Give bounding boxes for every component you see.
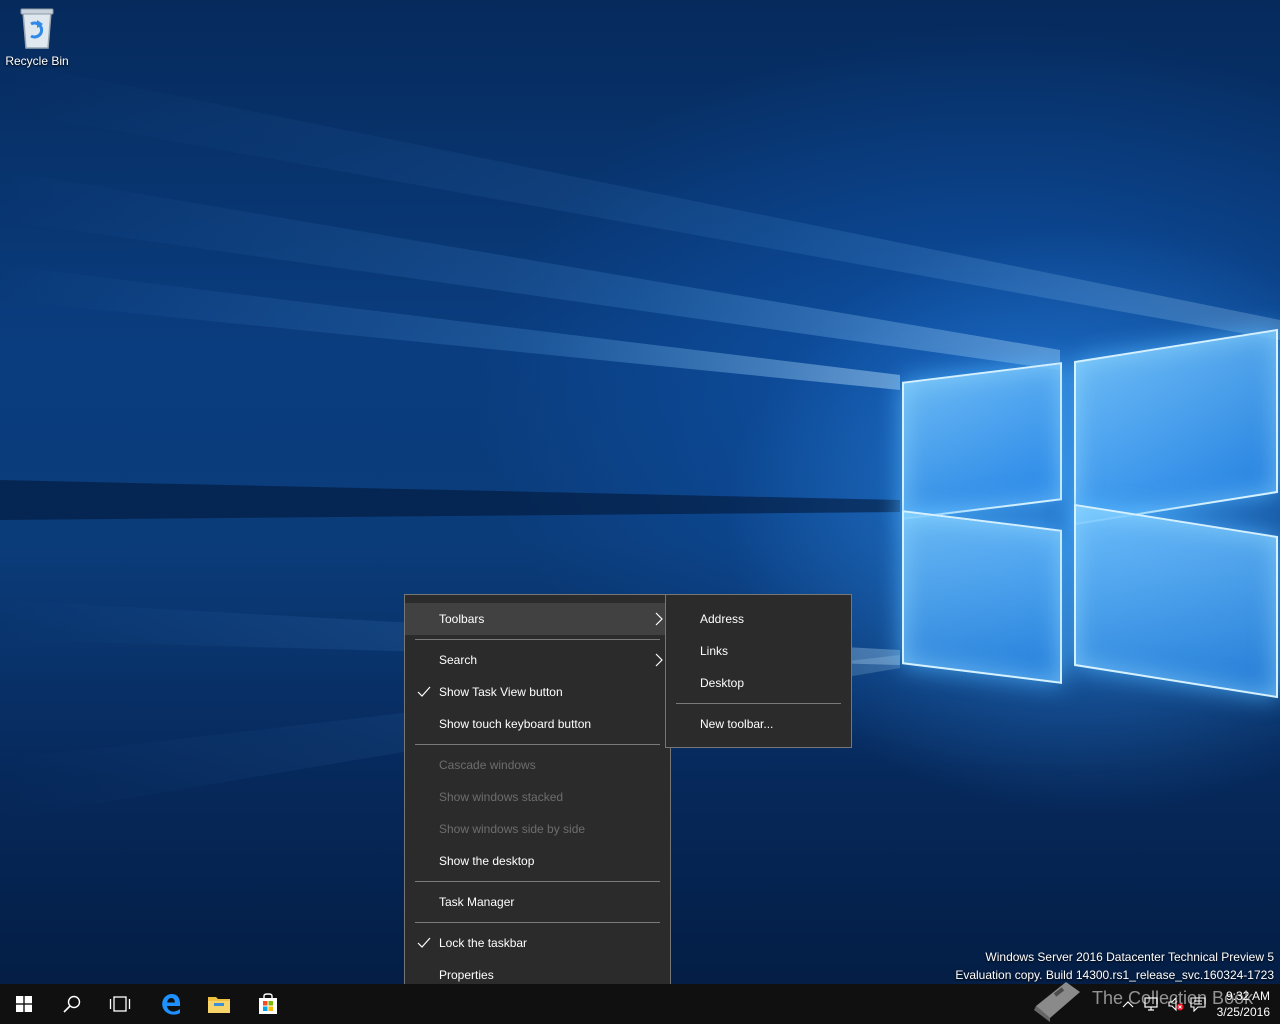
edge-button[interactable] <box>147 984 195 1024</box>
windows-logo-pane-bottom-left <box>902 510 1062 684</box>
submenu-item-new-toolbar[interactable]: New toolbar... <box>666 708 851 740</box>
menu-item-show-windows-stacked-label: Show windows stacked <box>439 790 564 804</box>
menu-item-task-manager[interactable]: Task Manager <box>405 886 670 918</box>
chevron-right-icon <box>655 612 663 626</box>
file-explorer-button[interactable] <box>195 984 243 1024</box>
submenu-item-links-label: Links <box>700 644 729 658</box>
volume-muted-icon <box>1168 996 1184 1012</box>
watermark-build: Evaluation copy. Build 14300.rs1_release… <box>955 968 1274 982</box>
build-watermark: Windows Server 2016 Datacenter Technical… <box>955 948 1274 984</box>
chevron-up-icon <box>1122 1001 1134 1008</box>
menu-item-lock-the-taskbar[interactable]: Lock the taskbar <box>405 927 670 959</box>
menu-item-show-task-view-button[interactable]: Show Task View button <box>405 676 670 708</box>
menu-item-cascade-windows[interactable]: Cascade windows <box>405 749 670 781</box>
menu-item-task-manager-label: Task Manager <box>439 895 515 909</box>
task-view-icon <box>109 996 131 1012</box>
search-icon <box>63 995 81 1013</box>
checkmark-icon <box>417 937 431 948</box>
recycle-bin-label: Recycle Bin <box>5 54 69 68</box>
start-button[interactable] <box>0 984 48 1024</box>
menu-item-show-the-desktop[interactable]: Show the desktop <box>405 845 670 877</box>
menu-item-cascade-windows-label: Cascade windows <box>439 758 536 772</box>
menu-item-show-windows-side-by-side-label: Show windows side by side <box>439 822 586 836</box>
menu-item-search-label: Search <box>439 653 478 667</box>
chevron-right-icon <box>655 653 663 667</box>
windows-logo-pane-top-left <box>902 362 1062 520</box>
show-hidden-icons-button[interactable] <box>1120 996 1136 1012</box>
menu-item-toolbars[interactable]: Toolbars <box>405 603 670 635</box>
network-button[interactable] <box>1144 996 1160 1012</box>
clock-time: 9:32 AM <box>1225 989 1270 1003</box>
menu-item-show-touch-keyboard-label: Show touch keyboard button <box>439 717 592 731</box>
menu-item-lock-the-taskbar-label: Lock the taskbar <box>439 936 528 950</box>
action-center-icon <box>1190 997 1206 1013</box>
store-button[interactable] <box>244 984 292 1024</box>
menu-separator <box>415 922 660 923</box>
checkmark-icon <box>417 686 431 697</box>
toolbars-submenu: Address Links Desktop New toolbar... <box>665 594 852 748</box>
menu-item-show-touch-keyboard-button[interactable]: Show touch keyboard button <box>405 708 670 740</box>
search-button[interactable] <box>48 984 96 1024</box>
menu-item-show-task-view-label: Show Task View button <box>439 685 563 699</box>
menu-separator <box>415 639 660 640</box>
taskbar[interactable]: The Collection Book 9:32 AM 3/25/2016 <box>0 982 1280 1024</box>
task-view-button[interactable] <box>96 984 144 1024</box>
menu-separator <box>415 744 660 745</box>
book-icon <box>1034 982 1080 1022</box>
action-center-button[interactable] <box>1190 996 1206 1013</box>
watermark-edition: Windows Server 2016 Datacenter Technical… <box>985 950 1274 964</box>
store-icon <box>259 993 277 1014</box>
menu-item-show-windows-side-by-side[interactable]: Show windows side by side <box>405 813 670 845</box>
submenu-item-address-label: Address <box>700 612 745 626</box>
edge-icon <box>162 994 181 1015</box>
recycle-bin-shortcut[interactable]: Recycle Bin <box>4 6 70 68</box>
menu-item-show-the-desktop-label: Show the desktop <box>439 854 535 868</box>
submenu-item-links[interactable]: Links <box>666 635 851 667</box>
taskbar-clock[interactable]: 9:32 AM 3/25/2016 <box>1217 988 1270 1020</box>
menu-separator <box>415 881 660 882</box>
submenu-item-desktop[interactable]: Desktop <box>666 667 851 699</box>
clock-date: 3/25/2016 <box>1216 1005 1270 1019</box>
menu-item-properties-label: Properties <box>439 968 494 982</box>
submenu-item-address[interactable]: Address <box>666 603 851 635</box>
windows-logo-pane-top-right <box>1074 328 1278 526</box>
menu-item-toolbars-label: Toolbars <box>439 612 485 626</box>
submenu-item-new-toolbar-label: New toolbar... <box>700 717 774 731</box>
start-icon <box>16 996 32 1012</box>
volume-button[interactable] <box>1168 996 1184 1012</box>
menu-item-search[interactable]: Search <box>405 644 670 676</box>
network-icon <box>1144 997 1158 1011</box>
taskbar-context-menu: Toolbars Search Show Task View button Sh… <box>404 594 671 1000</box>
recycle-bin-icon <box>17 6 57 50</box>
menu-item-show-windows-stacked[interactable]: Show windows stacked <box>405 781 670 813</box>
submenu-item-desktop-label: Desktop <box>700 676 745 690</box>
menu-separator <box>676 703 841 704</box>
windows-logo-pane-bottom-right <box>1074 503 1278 699</box>
file-explorer-icon <box>208 997 230 1013</box>
